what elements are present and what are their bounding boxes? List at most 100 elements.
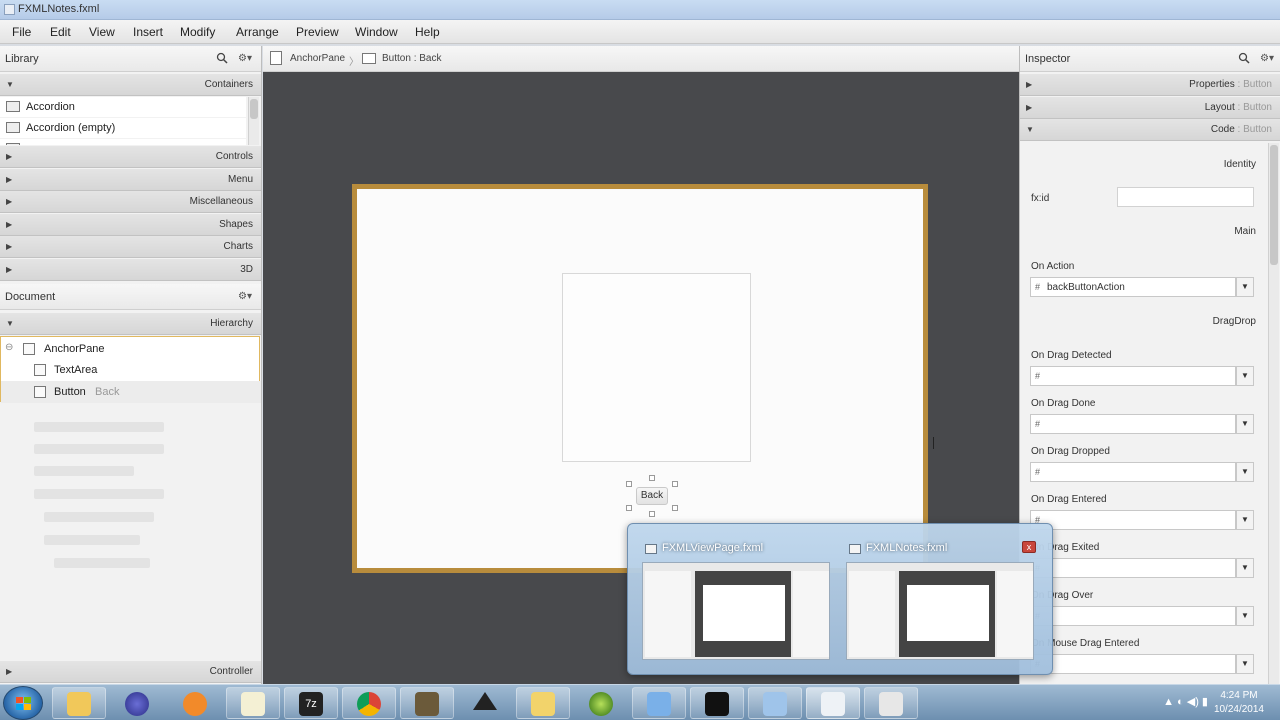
- chevron-down-icon[interactable]: ▼: [1236, 462, 1254, 482]
- list-item[interactable]: [0, 139, 246, 145]
- thumbnail-fxmlnotes[interactable]: FXMLNotes.fxml: [846, 538, 1036, 662]
- faded-row: [34, 444, 164, 454]
- document-icon[interactable]: [748, 687, 802, 719]
- menu-edit[interactable]: Edit: [50, 25, 71, 39]
- chevron-right-icon: ▶: [1026, 80, 1033, 89]
- section-layout[interactable]: ▶ Layout : Button: [1020, 97, 1280, 119]
- resize-handle[interactable]: [672, 481, 678, 487]
- section-label: Properties : Button: [1189, 79, 1272, 90]
- on-drag-exited-field[interactable]: # ▼: [1030, 558, 1254, 578]
- thumbnail-title: FXMLViewPage.fxml: [662, 542, 764, 554]
- section-properties[interactable]: ▶ Properties : Button: [1020, 74, 1280, 96]
- section-hierarchy[interactable]: ▼ Hierarchy: [0, 313, 261, 335]
- virtualbox-icon[interactable]: [632, 687, 686, 719]
- chevron-down-icon[interactable]: ▼: [1236, 277, 1254, 297]
- list-item[interactable]: Accordion (empty): [0, 118, 246, 138]
- unity-icon[interactable]: [458, 687, 512, 719]
- section-controls[interactable]: ▶ Controls: [0, 146, 261, 168]
- breadcrumb-leaf[interactable]: Button : Back: [382, 53, 441, 64]
- resize-handle[interactable]: [626, 505, 632, 511]
- section-code[interactable]: ▼ Code : Button: [1020, 119, 1280, 141]
- system-tray-icons[interactable]: ▲ ◐ ◀) ▮: [1163, 695, 1208, 708]
- list-item[interactable]: Accordion: [0, 97, 246, 117]
- thumbnail-fxmlviewpage[interactable]: FXMLViewPage.fxml: [642, 538, 832, 662]
- gear-icon[interactable]: ⚙▾: [1260, 53, 1274, 64]
- fxid-label: fx:id: [1031, 193, 1050, 204]
- scrollbar-thumb[interactable]: [250, 99, 258, 119]
- chevron-down-icon[interactable]: ▼: [1236, 366, 1254, 386]
- 7zip-icon: 7z: [299, 692, 323, 716]
- terminal-icon[interactable]: [690, 687, 744, 719]
- 7zip-icon[interactable]: 7z: [284, 687, 338, 719]
- inspector-header: Inspector ⚙▾: [1020, 46, 1280, 72]
- close-icon[interactable]: x: [1022, 541, 1036, 553]
- gear-icon[interactable]: ⚙▾: [238, 291, 252, 302]
- back-button[interactable]: Back: [636, 487, 668, 505]
- start-button[interactable]: [3, 686, 43, 720]
- terminal-icon: [705, 692, 729, 716]
- section-label: Charts: [223, 241, 253, 252]
- text-area[interactable]: [562, 273, 751, 462]
- resize-handle[interactable]: [672, 505, 678, 511]
- on-drag-dropped-label: On Drag Dropped: [1031, 446, 1110, 457]
- title-bar: FXMLNotes.fxml: [0, 0, 1280, 20]
- folder-icon[interactable]: [516, 687, 570, 719]
- menu-arrange[interactable]: Arrange: [236, 25, 279, 39]
- section-miscellaneous[interactable]: ▶ Miscellaneous: [0, 191, 261, 213]
- on-drag-detected-field[interactable]: # ▼: [1030, 366, 1254, 386]
- search-icon[interactable]: [216, 52, 228, 64]
- on-drag-over-field[interactable]: # ▼: [1030, 606, 1254, 626]
- scenebuilder-icon[interactable]: [806, 687, 860, 719]
- on-drag-done-field[interactable]: # ▼: [1030, 414, 1254, 434]
- notepad-icon[interactable]: [226, 687, 280, 719]
- chevron-down-icon[interactable]: ▼: [1236, 558, 1254, 578]
- menu-preview[interactable]: Preview: [296, 25, 339, 39]
- clock[interactable]: 4:24 PM 10/24/2014: [1214, 689, 1264, 717]
- hash-prefix: #: [1035, 371, 1041, 381]
- menu-modify[interactable]: Modify: [180, 25, 215, 39]
- fxid-field[interactable]: [1117, 187, 1254, 207]
- on-action-field[interactable]: # backButtonAction ▼: [1030, 277, 1254, 297]
- menu-help[interactable]: Help: [415, 25, 440, 39]
- collapse-icon[interactable]: ⊖: [5, 342, 13, 353]
- section-controller[interactable]: ▶ Controller: [0, 661, 261, 683]
- inspector-scrollbar[interactable]: [1268, 143, 1279, 684]
- menu-window[interactable]: Window: [355, 25, 398, 39]
- search-icon[interactable]: [1238, 52, 1250, 64]
- chevron-down-icon[interactable]: ▼: [1236, 654, 1254, 674]
- resize-handle[interactable]: [649, 475, 655, 481]
- itunes-icon[interactable]: [574, 687, 628, 719]
- java-icon[interactable]: [864, 687, 918, 719]
- section-charts[interactable]: ▶ Charts: [0, 236, 261, 258]
- menu-file[interactable]: File: [12, 25, 31, 39]
- section-containers[interactable]: ▼ Containers: [0, 74, 261, 96]
- section-shapes[interactable]: ▶ Shapes: [0, 214, 261, 236]
- chevron-down-icon[interactable]: ▼: [1236, 510, 1254, 530]
- section-3d[interactable]: ▶ 3D: [0, 259, 261, 281]
- tree-node-button[interactable]: Button Back: [1, 381, 261, 403]
- chrome-icon[interactable]: [342, 687, 396, 719]
- settings-icon[interactable]: [400, 687, 454, 719]
- scrollbar-thumb[interactable]: [1270, 145, 1278, 265]
- explorer-icon[interactable]: [52, 687, 106, 719]
- on-drag-dropped-field[interactable]: # ▼: [1030, 462, 1254, 482]
- section-menu[interactable]: ▶ Menu: [0, 169, 261, 191]
- breadcrumb-root[interactable]: AnchorPane: [290, 53, 345, 64]
- eclipse-icon[interactable]: [110, 687, 164, 719]
- chevron-down-icon[interactable]: ▼: [1236, 414, 1254, 434]
- tree-node-anchorpane[interactable]: ⊖ AnchorPane: [1, 338, 261, 360]
- menu-insert[interactable]: Insert: [133, 25, 163, 39]
- chevron-down-icon[interactable]: ▼: [1236, 606, 1254, 626]
- tree-node-textarea[interactable]: TextArea: [1, 359, 261, 381]
- library-scrollbar[interactable]: [248, 97, 259, 145]
- gear-icon[interactable]: ⚙▾: [238, 53, 252, 64]
- tree-node-label: Button: [54, 386, 86, 398]
- document-title: Document: [5, 291, 56, 303]
- resize-handle[interactable]: [649, 511, 655, 517]
- preview-right-panel: [997, 571, 1033, 657]
- menu-view[interactable]: View: [89, 25, 115, 39]
- resize-handle[interactable]: [626, 481, 632, 487]
- on-mouse-drag-entered-field[interactable]: # ▼: [1030, 654, 1254, 674]
- media-player-icon[interactable]: [168, 687, 222, 719]
- on-drag-entered-field[interactable]: # ▼: [1030, 510, 1254, 530]
